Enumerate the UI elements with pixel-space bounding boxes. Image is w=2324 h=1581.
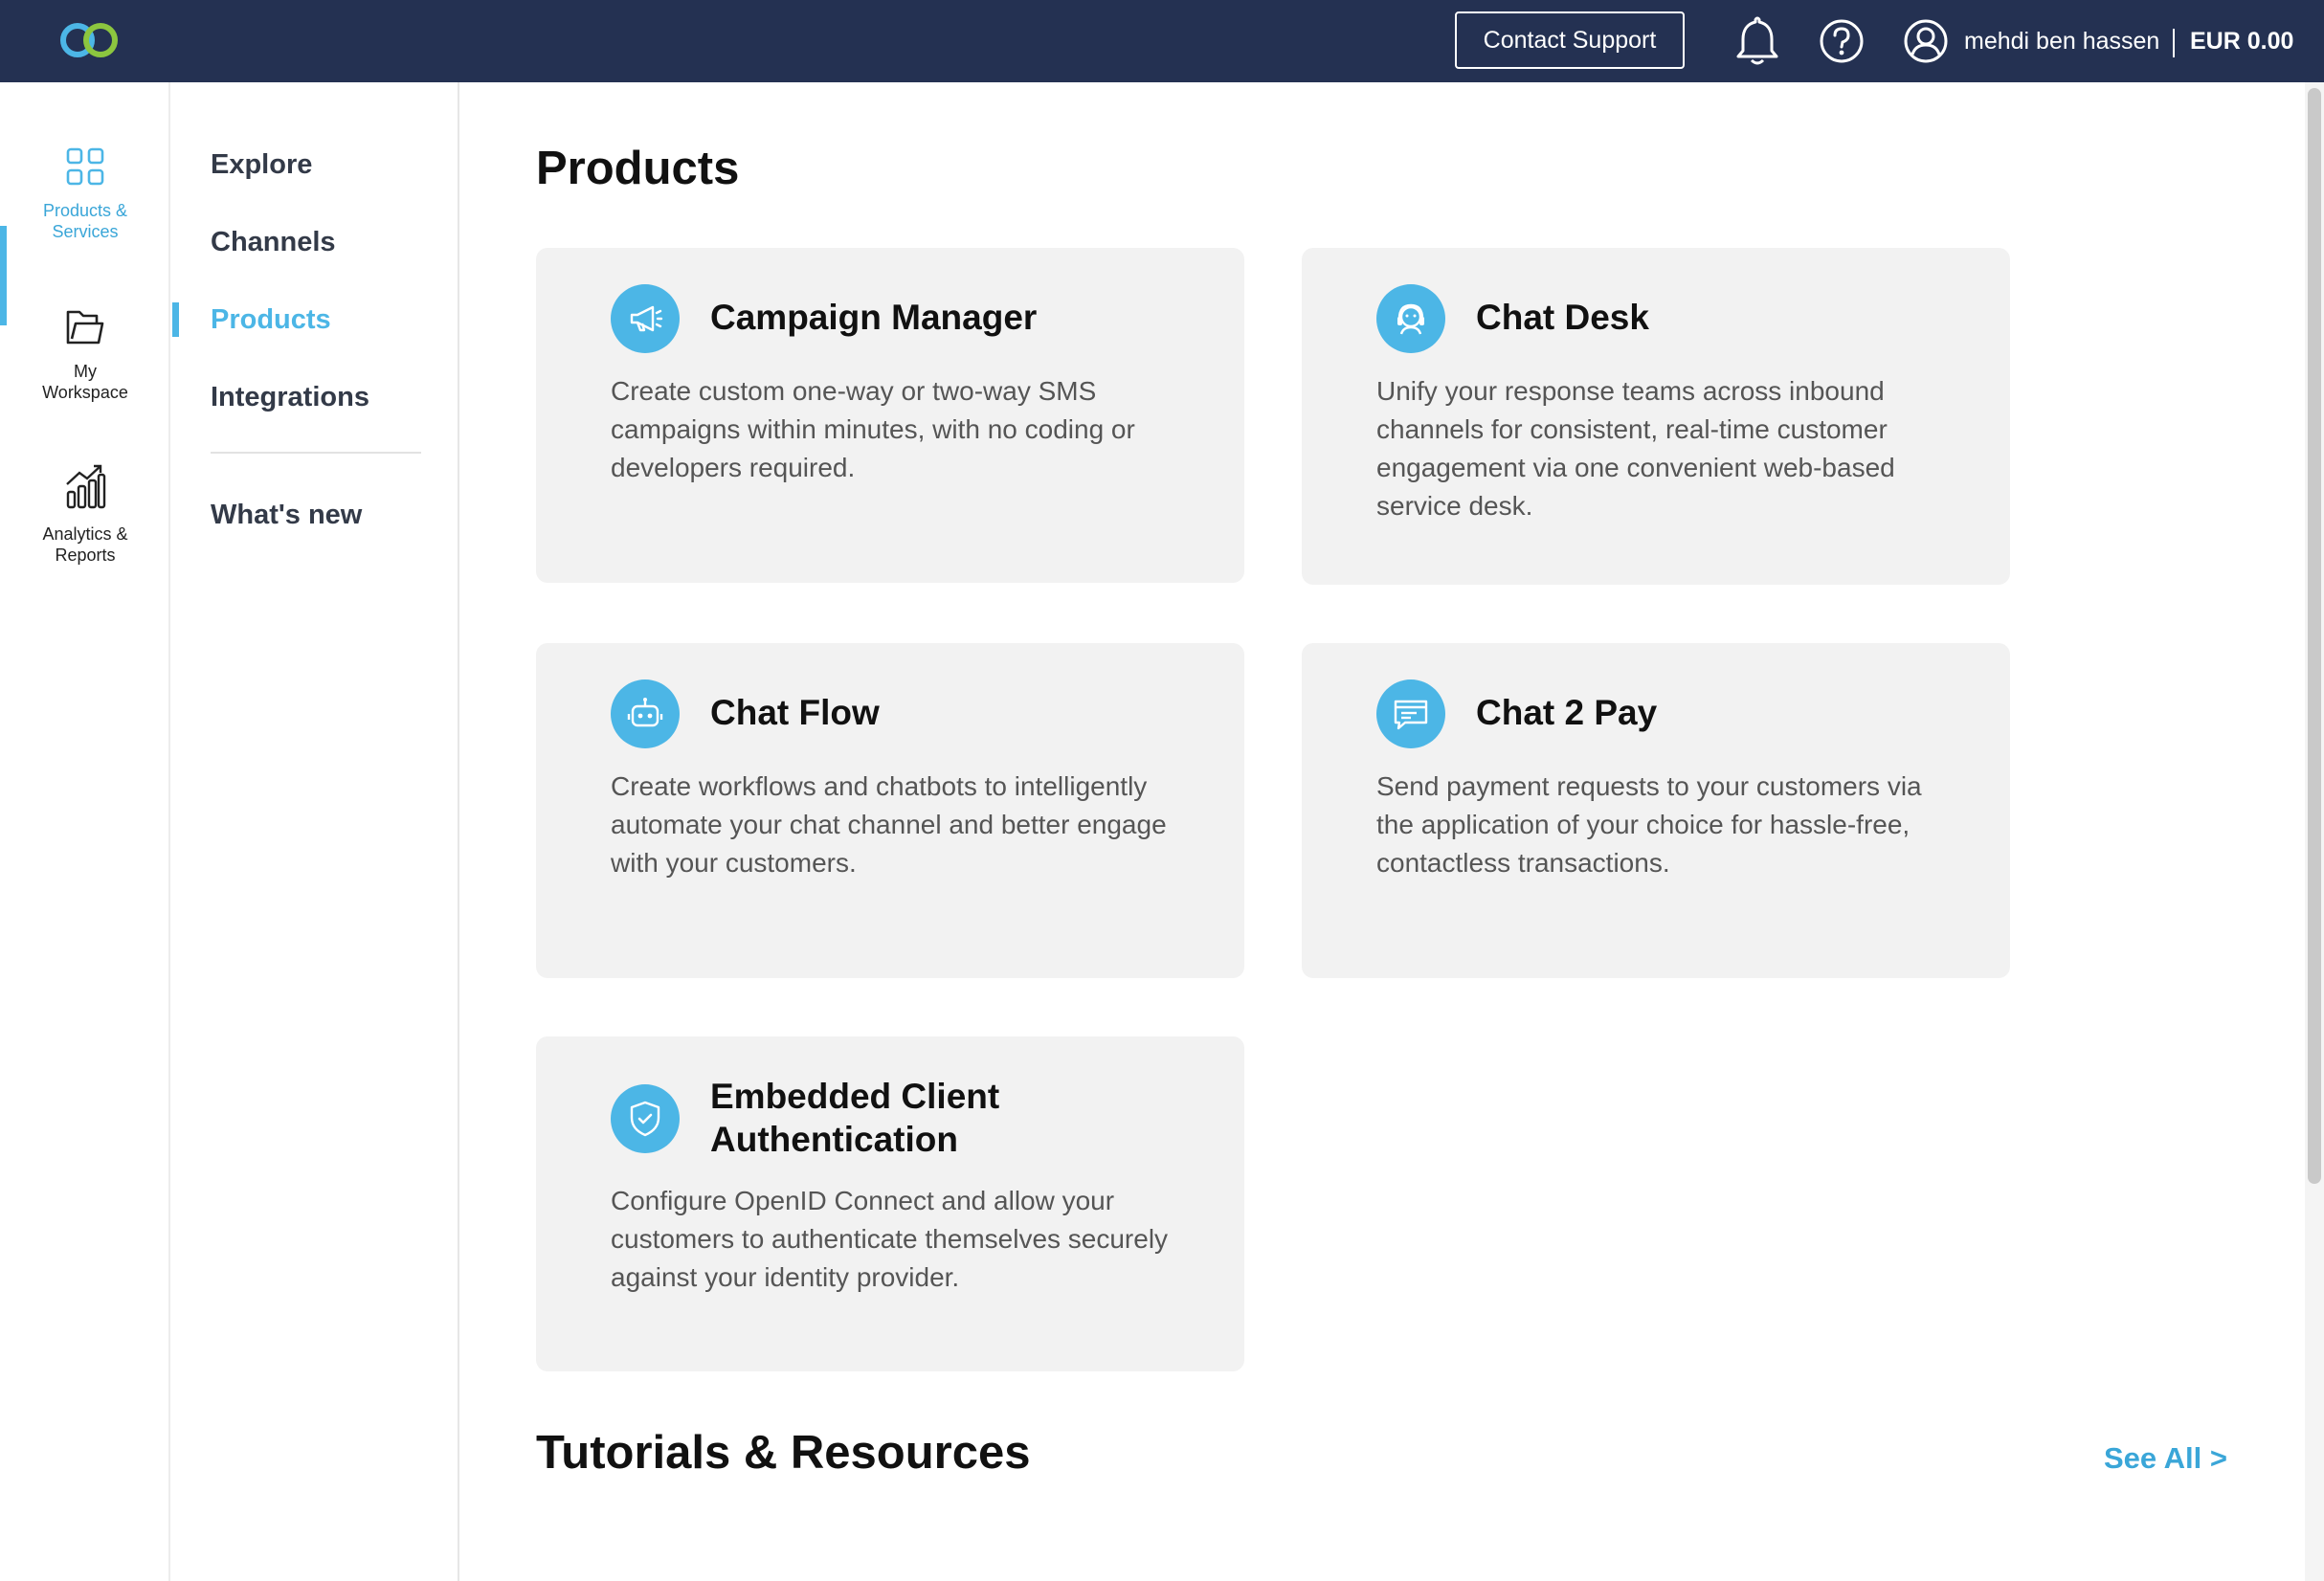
top-divider: [2173, 29, 2175, 57]
grid-icon: [64, 145, 106, 192]
bell-icon[interactable]: [1731, 13, 1784, 69]
product-card-chat-2-pay[interactable]: Chat 2 Pay Send payment requests to your…: [1302, 643, 2010, 978]
card-description: Create workflows and chatbots to intelli…: [611, 771, 1167, 878]
user-icon[interactable]: [1899, 13, 1953, 69]
shield-check-icon: [611, 1084, 680, 1153]
card-title: Chat Desk: [1476, 298, 1649, 337]
rail-item-products-services[interactable]: Products & Services: [0, 145, 170, 242]
app-root: Contact Support mehdi ben hassen EUR 0.0…: [0, 0, 2324, 1581]
subnav-item-integrations[interactable]: Integrations: [211, 382, 369, 413]
subnav-item-explore[interactable]: Explore: [211, 149, 312, 181]
card-description: Send payment requests to your customers …: [1376, 771, 1922, 878]
rail-item-label: Products & Services: [42, 201, 128, 241]
icon-rail: Products & Services My Workspace Analyti…: [0, 82, 170, 1581]
contact-support-button[interactable]: Contact Support: [1455, 11, 1685, 69]
card-title: Embedded Client Authentication: [710, 1077, 1000, 1159]
product-card-embedded-client-authentication[interactable]: Embedded Client Authentication Configure…: [536, 1036, 1244, 1371]
product-card-campaign-manager[interactable]: Campaign Manager Create custom one-way o…: [536, 248, 1244, 583]
agent-icon: [1376, 284, 1445, 353]
top-bar: Contact Support mehdi ben hassen EUR 0.0…: [0, 0, 2324, 82]
see-all-link[interactable]: See All >: [2104, 1441, 2227, 1476]
tutorials-section-title: Tutorials & Resources: [536, 1427, 1031, 1479]
robot-icon: [611, 679, 680, 748]
user-name[interactable]: mehdi ben hassen: [1964, 28, 2159, 56]
subnav-divider: [211, 452, 421, 454]
main-content: Products Campaign Manager Create custom …: [461, 82, 2305, 1581]
rail-item-my-workspace[interactable]: My Workspace: [0, 306, 170, 403]
scrollbar-thumb[interactable]: [2308, 88, 2321, 1184]
chart-icon: [64, 463, 106, 516]
card-title: Campaign Manager: [710, 298, 1038, 337]
subnav-active-indicator: [172, 302, 179, 337]
product-card-chat-desk[interactable]: Chat Desk Unify your response teams acro…: [1302, 248, 2010, 585]
subnav-item-channels[interactable]: Channels: [211, 227, 336, 258]
subnav-item-products[interactable]: Products: [211, 304, 331, 336]
rail-item-label: Analytics & Reports: [42, 524, 128, 565]
card-description: Create custom one-way or two-way SMS cam…: [611, 376, 1135, 482]
card-description: Unify your response teams across inbound…: [1376, 376, 1895, 521]
product-card-chat-flow[interactable]: Chat Flow Create workflows and chatbots …: [536, 643, 1244, 978]
account-balance: EUR 0.00: [2190, 28, 2294, 55]
subnav-item-whats-new[interactable]: What's new: [211, 500, 362, 531]
rail-item-label: My Workspace: [42, 362, 128, 402]
infinity-logo[interactable]: [56, 16, 123, 64]
card-description: Configure OpenID Connect and allow your …: [611, 1186, 1169, 1292]
page-title: Products: [536, 143, 740, 194]
card-title: Chat Flow: [710, 693, 880, 732]
help-icon[interactable]: [1815, 13, 1868, 69]
folder-icon: [64, 306, 106, 353]
card-title: Chat 2 Pay: [1476, 693, 1658, 732]
sub-nav: Explore Channels Products Integrations W…: [172, 82, 459, 1581]
payment-chat-icon: [1376, 679, 1445, 748]
rail-item-analytics-reports[interactable]: Analytics & Reports: [0, 463, 170, 566]
megaphone-icon: [611, 284, 680, 353]
